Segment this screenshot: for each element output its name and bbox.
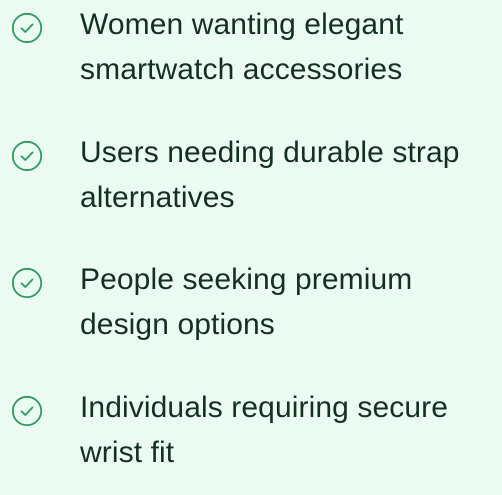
check-circle-icon [11,12,43,44]
list-item: People seeking premium design options [0,257,502,367]
list-item-label: Users needing durable strap alternatives [80,136,460,214]
audience-list: Women wanting elegant smartwatch accesso… [0,0,502,473]
list-item: Women wanting elegant smartwatch accesso… [0,2,502,112]
list-item: Users needing durable strap alternatives [0,130,502,240]
check-circle-icon [11,267,43,299]
list-item-label: People seeking premium design options [80,263,413,341]
list-item: Individuals requiring secure wrist fit [0,385,502,495]
check-circle-icon [11,395,43,427]
check-circle-icon [11,140,43,172]
list-item-label: Individuals requiring secure wrist fit [80,391,448,469]
list-item-label: Women wanting elegant smartwatch accesso… [80,8,404,86]
